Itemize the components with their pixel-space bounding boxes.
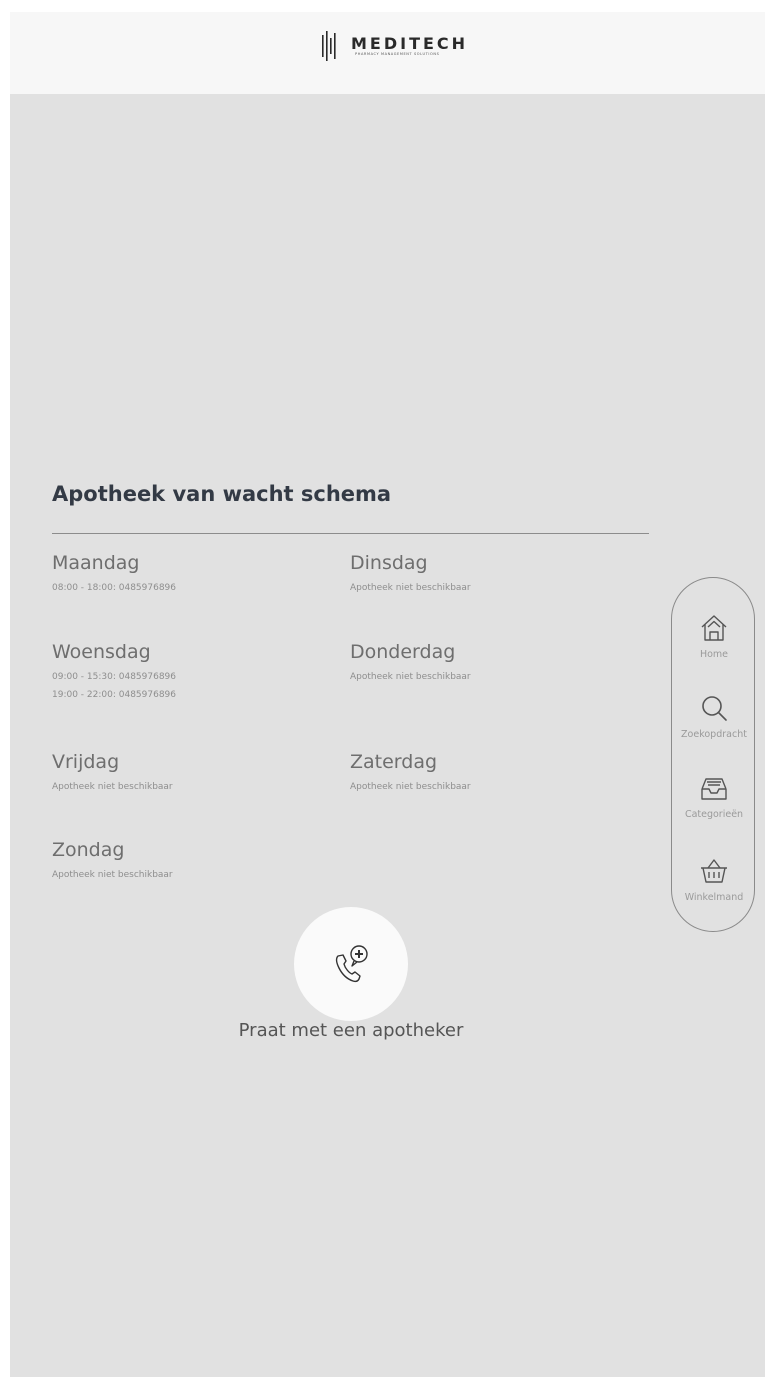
inbox-tray-icon (701, 778, 727, 800)
nav-categories[interactable]: Categorieën (672, 773, 756, 845)
chat-pharmacist-button[interactable] (294, 907, 408, 1021)
day-name: Maandag (52, 552, 140, 574)
nav-home[interactable]: Home (672, 613, 756, 685)
day-hours: 09:00 - 15:30: 0485976896 (52, 672, 176, 682)
day-name: Dinsdag (350, 552, 428, 574)
nav-label: Winkelmand (684, 892, 744, 903)
day-hours: Apotheek niet beschikbaar (350, 782, 471, 792)
divider (52, 533, 649, 534)
logo-bars-icon (322, 31, 336, 61)
phone-plus-icon (335, 945, 368, 983)
schedule-title: Apotheek van wacht schema (52, 482, 392, 506)
nav-label: Zoekopdracht (681, 729, 747, 740)
day-hours: Apotheek niet beschikbaar (350, 583, 471, 593)
side-nav: Home Zoekopdracht Categorieën Winkelmand (671, 577, 755, 932)
nav-label: Home (699, 649, 729, 660)
brand-tagline: PHARMACY MANAGEMENT SOLUTIONS (355, 52, 440, 56)
day-hours: Apotheek niet beschikbaar (52, 870, 173, 880)
brand-name: MEDITECH (351, 34, 469, 53)
day-name: Zaterdag (350, 751, 438, 773)
nav-search[interactable]: Zoekopdracht (672, 693, 756, 765)
chat-pharmacist-label[interactable]: Praat met een apotheker (180, 1020, 522, 1041)
search-icon (702, 696, 727, 721)
day-woensdag: Woensdag 09:00 - 15:30: 0485976896 19:00… (52, 640, 312, 704)
day-hours: Apotheek niet beschikbaar (350, 672, 471, 682)
day-hours: Apotheek niet beschikbaar (52, 782, 173, 792)
meditech-logo[interactable]: MEDITECH PHARMACY MANAGEMENT SOLUTIONS (321, 28, 468, 64)
home-icon (701, 615, 727, 641)
header: MEDITECH PHARMACY MANAGEMENT SOLUTIONS (10, 12, 765, 94)
day-donderdag: Donderdag Apotheek niet beschikbaar (350, 640, 610, 686)
day-vrijdag: Vrijdag Apotheek niet beschikbaar (52, 750, 312, 796)
day-name: Donderdag (350, 641, 456, 663)
day-zondag: Zondag Apotheek niet beschikbaar (52, 838, 312, 884)
nav-label: Categorieën (684, 809, 744, 820)
app-screen: MEDITECH PHARMACY MANAGEMENT SOLUTIONS A… (10, 12, 765, 1377)
day-name: Woensdag (52, 641, 151, 663)
day-name: Zondag (52, 839, 125, 861)
nav-cart[interactable]: Winkelmand (672, 856, 756, 928)
day-hours: 08:00 - 18:00: 0485976896 (52, 583, 176, 593)
day-hours: 19:00 - 22:00: 0485976896 (52, 690, 176, 700)
day-maandag: Maandag 08:00 - 18:00: 0485976896 (52, 551, 312, 597)
day-dinsdag: Dinsdag Apotheek niet beschikbaar (350, 551, 610, 597)
day-name: Vrijdag (52, 751, 120, 773)
day-zaterdag: Zaterdag Apotheek niet beschikbaar (350, 750, 610, 796)
basket-icon (701, 859, 727, 883)
